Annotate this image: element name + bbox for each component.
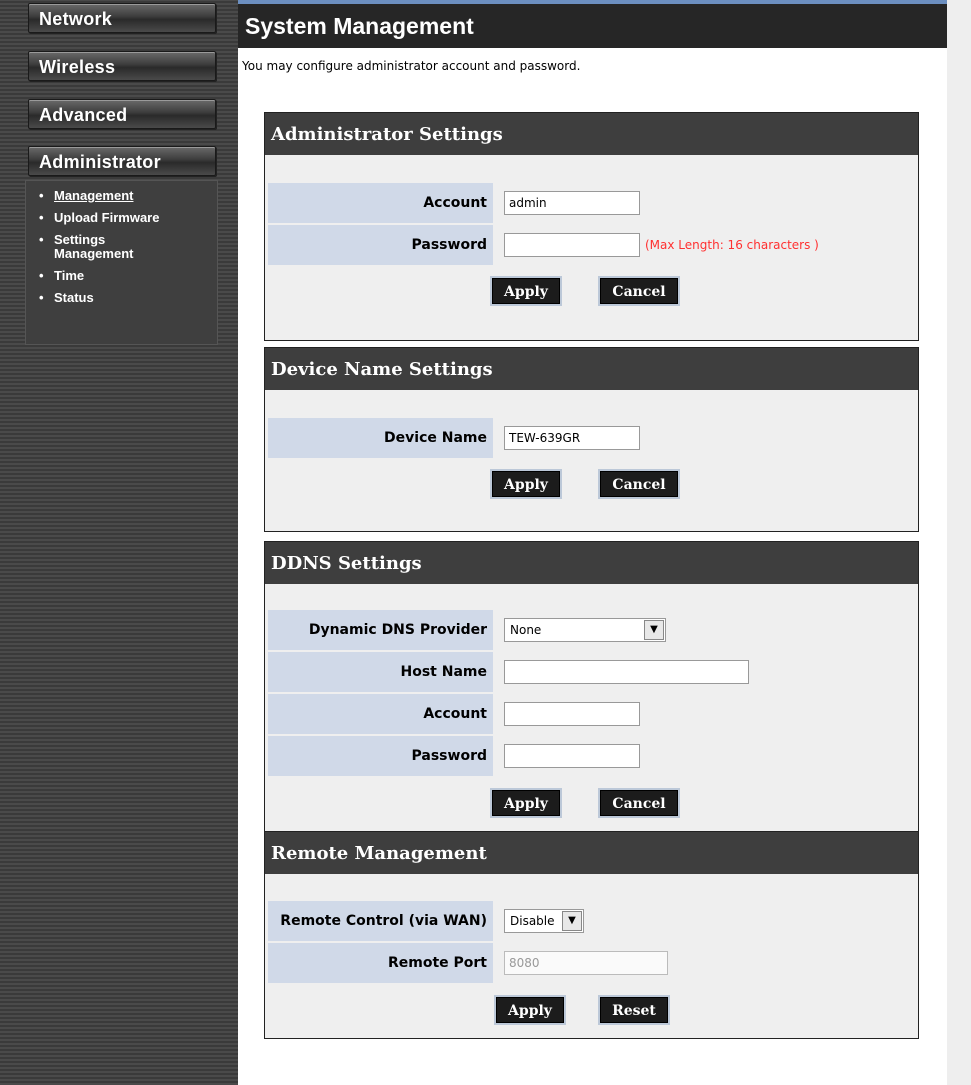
password-length-hint: (Max Length: 16 characters )	[645, 238, 819, 252]
ddns-provider-label: Dynamic DNS Provider	[268, 610, 493, 650]
page-description: You may configure administrator account …	[242, 59, 581, 73]
ddns-host-input[interactable]	[504, 660, 749, 684]
remote-control-row: Remote Control (via WAN) Disable ▼	[268, 901, 915, 941]
submenu-item-status[interactable]: Status	[32, 291, 217, 306]
section-heading: Device Name Settings	[265, 348, 918, 390]
section-heading: Administrator Settings	[265, 113, 918, 155]
admin-account-label: Account	[268, 183, 493, 223]
nav-wireless-button[interactable]: Wireless	[28, 51, 216, 81]
device-name-row: Device Name TEW-639GR	[268, 418, 915, 458]
ddns-password-input[interactable]	[504, 744, 640, 768]
ddns-settings-section: DDNS Settings Dynamic DNS Provider None …	[264, 541, 919, 831]
device-name-input[interactable]: TEW-639GR	[504, 426, 640, 450]
device-apply-button[interactable]: Apply	[490, 469, 562, 499]
ddns-password-label: Password	[268, 736, 493, 776]
ddns-provider-row: Dynamic DNS Provider None ▼	[268, 610, 915, 650]
page-title: System Management	[238, 4, 947, 48]
nav-network-button[interactable]: Network	[28, 3, 216, 33]
chevron-down-icon[interactable]: ▼	[562, 911, 582, 931]
ddns-account-input[interactable]	[504, 702, 640, 726]
remote-port-row: Remote Port 8080	[268, 943, 915, 983]
nav-administrator-button[interactable]: Administrator	[28, 146, 216, 176]
ddns-provider-value: None	[510, 623, 542, 637]
remote-control-value: Disable	[510, 914, 555, 928]
admin-password-label: Password	[268, 225, 493, 265]
ddns-host-label: Host Name	[268, 652, 493, 692]
main-content: System Management You may configure admi…	[238, 0, 947, 1085]
remote-port-label: Remote Port	[268, 943, 493, 983]
right-border-strip	[947, 0, 971, 1085]
administrator-settings-section: Administrator Settings Account admin Pas…	[264, 112, 919, 341]
ddns-provider-select[interactable]: None ▼	[504, 618, 666, 642]
remote-reset-button[interactable]: Reset	[598, 995, 670, 1025]
remote-control-select[interactable]: Disable ▼	[504, 909, 584, 933]
device-name-label: Device Name	[268, 418, 493, 458]
admin-password-row: Password (Max Length: 16 characters )	[268, 225, 915, 265]
section-heading: DDNS Settings	[265, 542, 918, 584]
remote-control-label: Remote Control (via WAN)	[268, 901, 493, 941]
submenu-item-management[interactable]: Management	[32, 189, 217, 204]
chevron-down-icon[interactable]: ▼	[644, 620, 664, 640]
submenu-item-time[interactable]: Time	[32, 269, 217, 284]
ddns-host-row: Host Name	[268, 652, 915, 692]
remote-port-input[interactable]: 8080	[504, 951, 668, 975]
administrator-submenu: Management Upload Firmware Settings Mana…	[25, 180, 218, 345]
admin-password-input[interactable]	[504, 233, 640, 257]
remote-apply-button[interactable]: Apply	[494, 995, 566, 1025]
ddns-cancel-button[interactable]: Cancel	[598, 788, 680, 818]
admin-account-row: Account admin	[268, 183, 915, 223]
device-cancel-button[interactable]: Cancel	[598, 469, 680, 499]
device-name-settings-section: Device Name Settings Device Name TEW-639…	[264, 347, 919, 532]
ddns-password-row: Password	[268, 736, 915, 776]
ddns-apply-button[interactable]: Apply	[490, 788, 562, 818]
admin-cancel-button[interactable]: Cancel	[598, 276, 680, 306]
section-heading: Remote Management	[265, 832, 918, 874]
nav-advanced-button[interactable]: Advanced	[28, 99, 216, 129]
remote-management-section: Remote Management Remote Control (via WA…	[264, 831, 919, 1039]
admin-account-input[interactable]: admin	[504, 191, 640, 215]
ddns-account-label: Account	[268, 694, 493, 734]
submenu-item-settings-management[interactable]: Settings Management	[32, 233, 217, 261]
admin-apply-button[interactable]: Apply	[490, 276, 562, 306]
submenu-item-upload-firmware[interactable]: Upload Firmware	[32, 211, 217, 226]
ddns-account-row: Account	[268, 694, 915, 734]
